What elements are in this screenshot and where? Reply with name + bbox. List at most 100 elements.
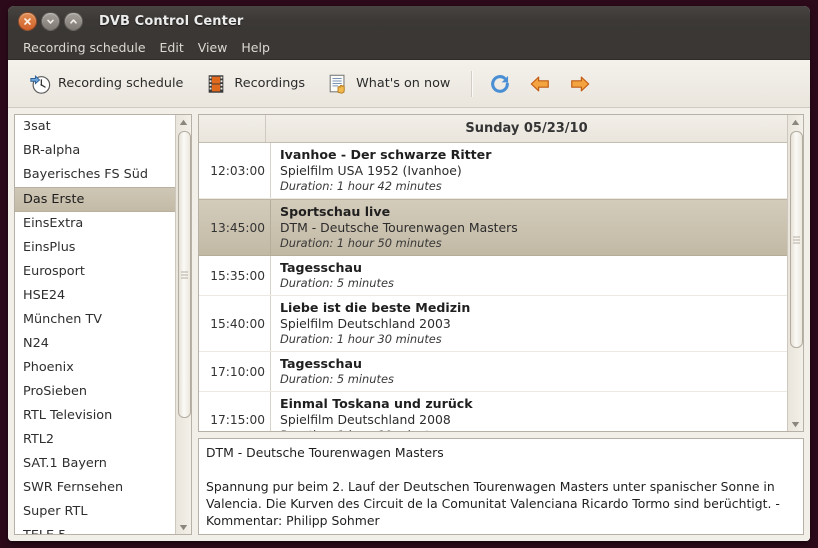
program-info: Tagesschau Duration: 5 minutes (271, 352, 787, 391)
scroll-grip (181, 269, 188, 280)
table-row[interactable]: 17:15:00 Einmal Toskana und zurück Spielfi… (199, 392, 787, 431)
title-bar: DVB Control Center (8, 6, 810, 36)
channel-list-item[interactable]: SWR Fernsehen (15, 476, 175, 500)
clock-record-icon (30, 74, 51, 94)
channel-list-item[interactable]: TELE 5 (15, 524, 175, 534)
program-info: Sportschau live DTM - Deutsche Tourenwage… (271, 200, 787, 255)
table-row[interactable]: 15:40:00 Liebe ist die beste Medizin Spiel… (199, 296, 787, 352)
right-column: Sunday 05/23/10 12:03:00 Ivanhoe - Der sc… (198, 114, 804, 535)
toolbar-recording-schedule-button[interactable]: Recording schedule (20, 68, 192, 100)
program-duration: Duration: 1 hour 30 minutes (280, 332, 442, 346)
program-title: Einmal Toskana und zurück (280, 396, 473, 411)
table-row[interactable]: 12:03:00 Ivanhoe - Der schwarze Ritter Spi… (199, 143, 787, 199)
toolbar-recordings-button[interactable]: Recordings (196, 68, 314, 100)
table-row[interactable]: 13:45:00 Sportschau live DTM - Deutsche To… (199, 199, 787, 256)
program-schedule-panel: Sunday 05/23/10 12:03:00 Ivanhoe - Der sc… (198, 114, 804, 432)
channel-list-item[interactable]: 3sat (15, 115, 175, 139)
scroll-thumb[interactable] (790, 131, 803, 348)
toolbar-whats-on-now-button[interactable]: What's on now (318, 68, 459, 100)
refresh-button[interactable] (485, 69, 515, 99)
channel-list-panel: 3sat BR-alpha Bayerisches FS Süd Das Erste E… (14, 114, 192, 535)
maximize-button[interactable] (64, 11, 83, 31)
description-text: Spannung pur beim 2. Lauf der Deutschen … (206, 479, 780, 528)
arrow-right-icon (571, 76, 590, 91)
program-start-time: 13:45:00 (199, 200, 271, 255)
program-info: Tagesschau Duration: 5 minutes (271, 256, 787, 295)
program-schedule-table[interactable]: Sunday 05/23/10 12:03:00 Ivanhoe - Der sc… (199, 115, 787, 431)
channel-list-item[interactable]: RTL Television (15, 404, 175, 428)
chevron-up-icon (70, 18, 77, 24)
program-info: Einmal Toskana und zurück Spielfilm Deuts… (271, 392, 787, 431)
menu-edit[interactable]: Edit (153, 38, 191, 57)
film-strip-icon (209, 74, 224, 93)
triangle-down-icon (179, 524, 188, 530)
description-heading: DTM - Deutsche Tourenwagen Masters (206, 445, 444, 460)
channel-list-item[interactable]: München TV (15, 308, 175, 332)
close-button[interactable] (18, 11, 37, 31)
close-icon (24, 17, 31, 25)
channel-list[interactable]: 3sat BR-alpha Bayerisches FS Süd Das Erste E… (15, 115, 175, 534)
table-row[interactable]: 15:35:00 Tagesschau Duration: 5 minutes (199, 256, 787, 296)
channel-list-item[interactable]: RTL2 (15, 428, 175, 452)
table-row[interactable]: 17:10:00 Tagesschau Duration: 5 minutes (199, 352, 787, 392)
triangle-up-icon (179, 119, 188, 125)
program-description-panel: DTM - Deutsche Tourenwagen Masters Spann… (198, 438, 804, 535)
menu-help[interactable]: Help (234, 38, 277, 57)
channel-list-item[interactable]: HSE24 (15, 284, 175, 308)
scroll-up-button[interactable] (179, 115, 188, 129)
program-duration: Duration: 1 hour 29 minutes (280, 428, 787, 431)
program-title: Tagesschau (280, 260, 362, 275)
program-subtitle: Spielfilm USA 1952 (Ivanhoe) (280, 163, 462, 178)
channel-list-item[interactable]: Bayerisches FS Süd (15, 163, 175, 187)
scroll-down-button[interactable] (791, 417, 800, 431)
back-button[interactable] (525, 69, 555, 99)
program-title: Ivanhoe - Der schwarze Ritter (280, 147, 492, 162)
channel-list-item[interactable]: Das Erste (15, 187, 175, 212)
channel-list-item[interactable]: EinsPlus (15, 236, 175, 260)
program-start-time: 12:03:00 (199, 143, 271, 198)
scroll-up-button[interactable] (791, 115, 800, 129)
channel-list-item[interactable]: N24 (15, 332, 175, 356)
channel-list-item[interactable]: Super RTL (15, 500, 175, 524)
schedule-header-row: Sunday 05/23/10 (199, 115, 787, 143)
toolbar-button-label: Recordings (234, 76, 306, 91)
program-duration: Duration: 5 minutes (280, 276, 394, 290)
chevron-down-icon (47, 19, 54, 24)
program-start-time: 15:40:00 (199, 296, 271, 351)
program-title: Tagesschau (280, 356, 362, 371)
program-title: Sportschau live (280, 204, 391, 219)
scroll-track[interactable] (788, 129, 803, 417)
menu-view[interactable]: View (191, 38, 235, 57)
schedule-date-header: Sunday 05/23/10 (465, 121, 588, 136)
program-duration: Duration: 1 hour 50 minutes (280, 236, 442, 250)
toolbar: Recording schedule Recordings What's on … (8, 60, 810, 108)
application-window: DVB Control Center Recording schedule Ed… (8, 6, 810, 541)
forward-button[interactable] (565, 69, 595, 99)
channel-list-item[interactable]: Eurosport (15, 260, 175, 284)
program-duration: Duration: 1 hour 42 minutes (280, 179, 442, 193)
channel-list-item[interactable]: EinsExtra (15, 212, 175, 236)
toolbar-separator (471, 70, 474, 97)
scroll-track[interactable] (176, 129, 191, 520)
channel-list-scrollbar[interactable] (175, 115, 191, 534)
document-hand-icon (329, 74, 345, 94)
minimize-button[interactable] (41, 11, 60, 31)
schedule-rows: 12:03:00 Ivanhoe - Der schwarze Ritter Spi… (199, 143, 787, 431)
scroll-grip (793, 234, 800, 245)
channel-list-item[interactable]: BR-alpha (15, 139, 175, 163)
scroll-down-button[interactable] (179, 520, 188, 534)
channel-list-item[interactable]: ProSieben (15, 380, 175, 404)
refresh-icon (491, 74, 510, 93)
program-subtitle: DTM - Deutsche Tourenwagen Masters (280, 220, 518, 235)
main-content: 3sat BR-alpha Bayerisches FS Süd Das Erste E… (8, 108, 810, 541)
program-start-time: 17:15:00 (199, 392, 271, 431)
scroll-thumb[interactable] (178, 131, 191, 418)
schedule-scrollbar[interactable] (787, 115, 803, 431)
menu-recording-schedule[interactable]: Recording schedule (16, 38, 153, 57)
channel-list-item[interactable]: SAT.1 Bayern (15, 452, 175, 476)
program-info: Ivanhoe - Der schwarze Ritter Spielfilm U… (271, 143, 787, 198)
program-start-time: 15:35:00 (199, 256, 271, 295)
arrow-left-icon (531, 76, 550, 91)
channel-list-item[interactable]: Phoenix (15, 356, 175, 380)
triangle-up-icon (791, 119, 800, 125)
